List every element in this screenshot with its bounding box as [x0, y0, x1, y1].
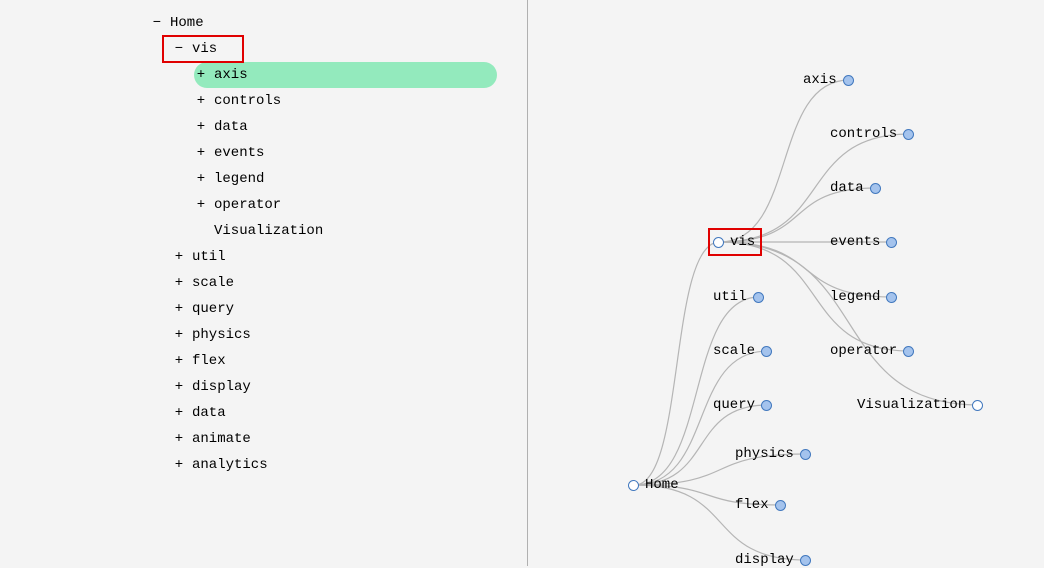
tree-row[interactable]: +animate: [0, 426, 527, 452]
node-label: events: [830, 234, 880, 250]
node-label: data: [830, 180, 864, 196]
tree-label: animate: [186, 431, 251, 447]
graph-node[interactable]: controls: [830, 126, 914, 142]
node-label: axis: [803, 72, 837, 88]
tree-row[interactable]: +controls: [0, 88, 527, 114]
expand-icon[interactable]: +: [172, 327, 186, 343]
graph-node[interactable]: data: [830, 180, 881, 196]
graph-node[interactable]: query: [713, 397, 772, 413]
tree-row[interactable]: +physics: [0, 322, 527, 348]
tree-row[interactable]: +query: [0, 296, 527, 322]
graph-node[interactable]: operator: [830, 343, 914, 359]
graph-panel: Homevisutilscalequeryphysicsflexdisplaya…: [527, 0, 1044, 566]
graph-node[interactable]: scale: [713, 343, 772, 359]
expand-icon[interactable]: +: [172, 249, 186, 265]
graph-node[interactable]: flex: [735, 497, 786, 513]
node-label: operator: [830, 343, 897, 359]
node-label: physics: [735, 446, 794, 462]
node-label: controls: [830, 126, 897, 142]
expand-icon[interactable]: +: [172, 301, 186, 317]
tree-row[interactable]: +display: [0, 374, 527, 400]
node-label: Home: [645, 477, 679, 493]
tree-row[interactable]: Visualization: [0, 218, 527, 244]
node-dot-icon: [870, 183, 881, 194]
tree-panel: −Home−vis+axis+controls+data+events+lege…: [0, 0, 527, 566]
graph-node-home[interactable]: Home: [628, 477, 679, 493]
tree-row[interactable]: +flex: [0, 348, 527, 374]
tree-row[interactable]: −vis: [0, 36, 527, 62]
collapse-icon[interactable]: −: [150, 15, 164, 31]
expand-icon[interactable]: +: [172, 457, 186, 473]
node-label: Visualization: [857, 397, 966, 413]
expand-icon[interactable]: +: [172, 431, 186, 447]
tree-label: legend: [208, 171, 264, 187]
tree-row[interactable]: −Home: [0, 10, 527, 36]
node-dot-icon: [886, 292, 897, 303]
tree-label: events: [208, 145, 264, 161]
tree-label: Visualization: [208, 223, 323, 239]
node-dot-icon: [800, 555, 811, 566]
highlight-box: [162, 35, 244, 63]
node-label: flex: [735, 497, 769, 513]
tree-label: util: [186, 249, 226, 265]
highlight-box: [708, 228, 762, 256]
tree-label: display: [186, 379, 251, 395]
tree-label: physics: [186, 327, 251, 343]
expand-icon[interactable]: +: [194, 197, 208, 213]
expand-icon[interactable]: +: [194, 67, 208, 83]
graph-node[interactable]: physics: [735, 446, 811, 462]
tree-row[interactable]: +data: [0, 400, 527, 426]
tree-label: axis: [208, 67, 248, 83]
node-label: query: [713, 397, 755, 413]
tree-row[interactable]: +operator: [0, 192, 527, 218]
node-dot-icon: [628, 480, 639, 491]
expand-icon[interactable]: +: [172, 353, 186, 369]
graph-node[interactable]: axis: [803, 72, 854, 88]
graph-node[interactable]: Visualization: [857, 397, 983, 413]
expand-icon[interactable]: +: [172, 379, 186, 395]
tree-row[interactable]: +util: [0, 244, 527, 270]
tree-label: operator: [208, 197, 281, 213]
tree-row[interactable]: +data: [0, 114, 527, 140]
expand-icon[interactable]: +: [194, 93, 208, 109]
expand-icon[interactable]: +: [194, 119, 208, 135]
tree-row[interactable]: +axis: [0, 62, 527, 88]
tree-label: query: [186, 301, 234, 317]
node-dot-icon: [972, 400, 983, 411]
node-dot-icon: [761, 400, 772, 411]
expand-icon[interactable]: +: [172, 405, 186, 421]
tree-label: data: [208, 119, 248, 135]
graph-node[interactable]: legend: [830, 289, 897, 305]
tree-row[interactable]: +scale: [0, 270, 527, 296]
node-label: util: [713, 289, 747, 305]
tree-label: controls: [208, 93, 281, 109]
node-dot-icon: [886, 237, 897, 248]
node-label: legend: [830, 289, 880, 305]
expand-icon[interactable]: +: [172, 275, 186, 291]
node-label: scale: [713, 343, 755, 359]
expand-icon[interactable]: +: [194, 145, 208, 161]
node-dot-icon: [800, 449, 811, 460]
node-dot-icon: [843, 75, 854, 86]
tree-row[interactable]: +analytics: [0, 452, 527, 478]
node-dot-icon: [753, 292, 764, 303]
graph-node[interactable]: events: [830, 234, 897, 250]
node-dot-icon: [903, 346, 914, 357]
expand-icon[interactable]: +: [194, 171, 208, 187]
tree-label: analytics: [186, 457, 268, 473]
tree-row[interactable]: +legend: [0, 166, 527, 192]
tree-label: flex: [186, 353, 226, 369]
tree-label: data: [186, 405, 226, 421]
graph-node[interactable]: util: [713, 289, 764, 305]
node-dot-icon: [761, 346, 772, 357]
node-dot-icon: [775, 500, 786, 511]
node-dot-icon: [903, 129, 914, 140]
tree-label: scale: [186, 275, 234, 291]
tree-row[interactable]: +events: [0, 140, 527, 166]
tree-label: Home: [164, 15, 204, 31]
